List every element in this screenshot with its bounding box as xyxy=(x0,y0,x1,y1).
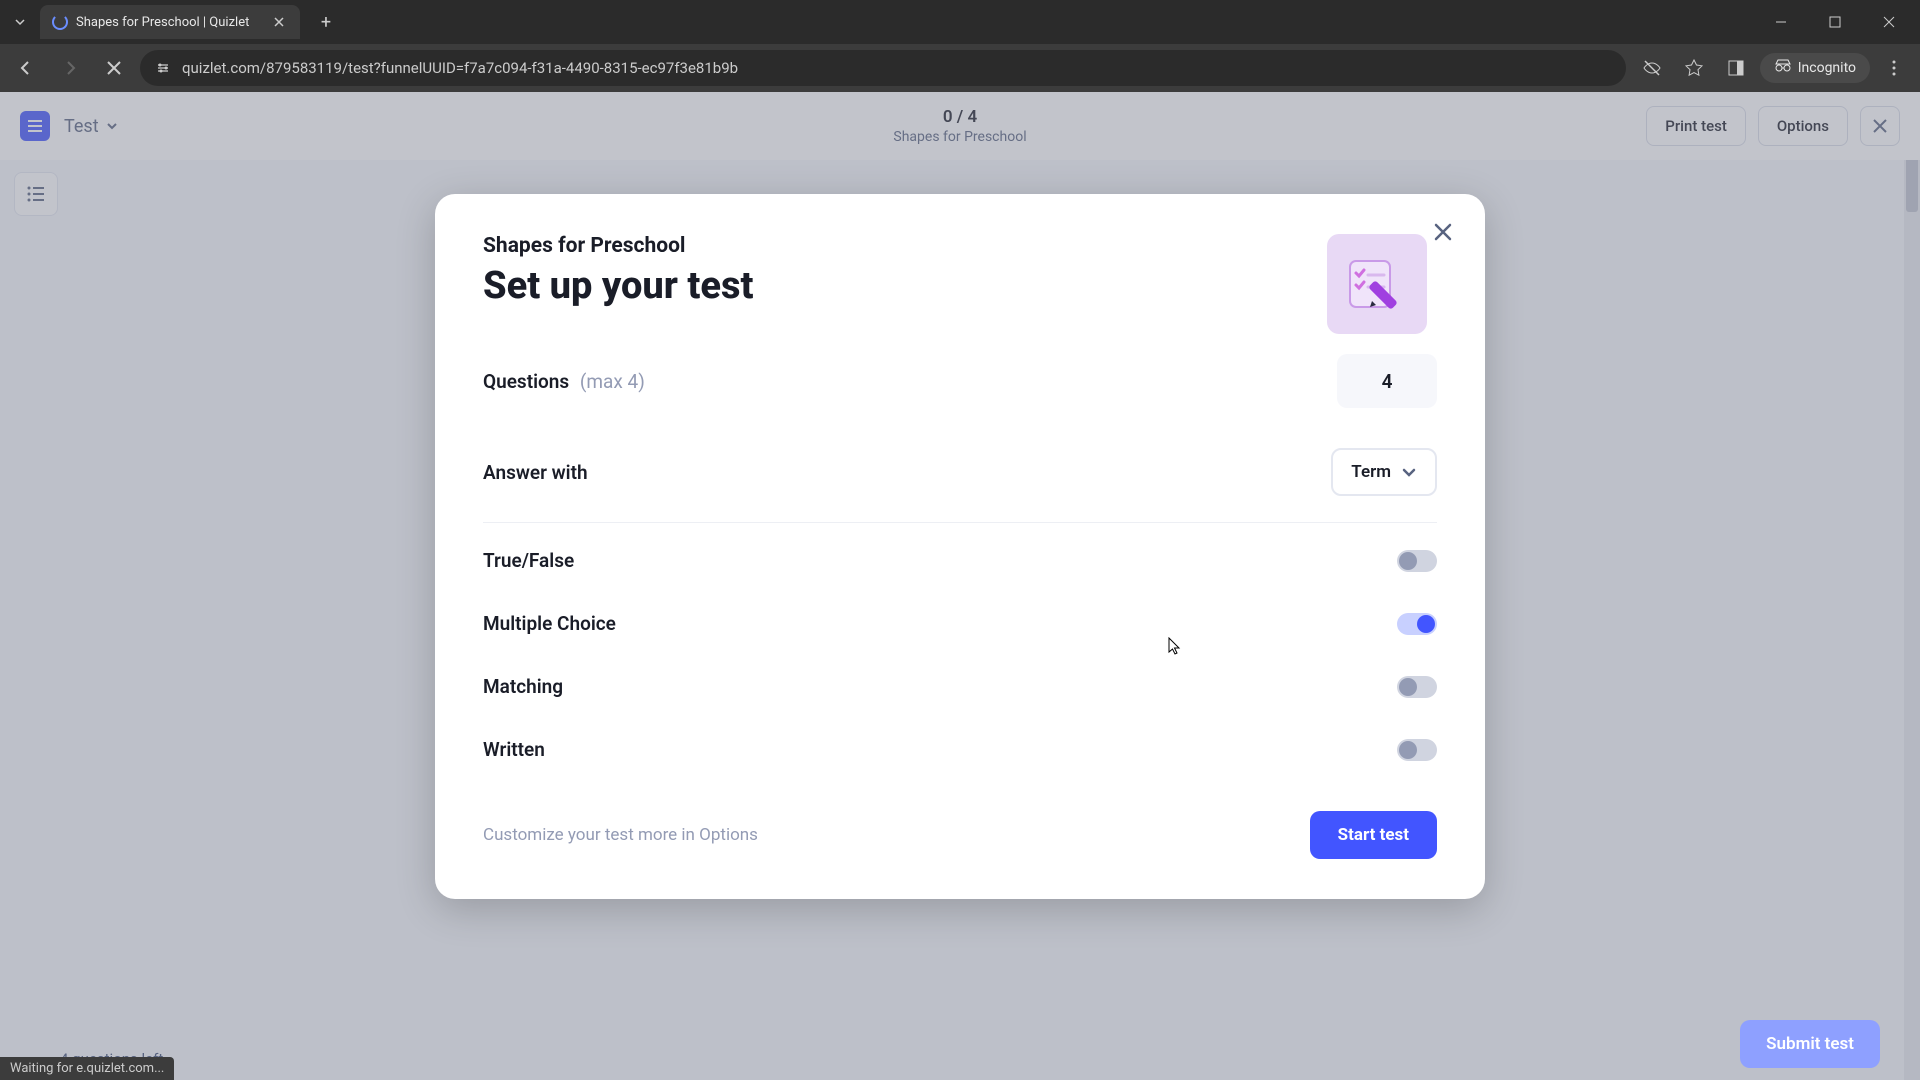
incognito-icon xyxy=(1774,59,1792,77)
multiple-choice-label: Multiple Choice xyxy=(483,612,616,635)
side-panel-icon[interactable] xyxy=(1718,50,1754,86)
true-false-label: True/False xyxy=(483,549,574,572)
start-test-button[interactable]: Start test xyxy=(1310,811,1437,859)
new-tab-button[interactable]: + xyxy=(312,8,340,36)
browser-status-text: Waiting for e.quizlet.com... xyxy=(0,1057,174,1080)
back-icon[interactable] xyxy=(8,50,44,86)
matching-row: Matching xyxy=(483,655,1437,718)
browser-tab[interactable]: Shapes for Preschool | Quizlet xyxy=(40,5,300,39)
questions-hint: (max 4) xyxy=(580,370,645,393)
written-label: Written xyxy=(483,738,545,761)
multiple-choice-toggle[interactable] xyxy=(1397,613,1437,635)
loading-spinner-icon xyxy=(52,14,68,30)
page-content: Test 0 / 4 Shapes for Preschool Print te… xyxy=(0,92,1920,1080)
multiple-choice-row: Multiple Choice xyxy=(483,592,1437,655)
modal-close-button[interactable] xyxy=(1425,214,1461,250)
written-row: Written xyxy=(483,718,1437,781)
stop-reload-icon[interactable] xyxy=(96,50,132,86)
minimize-icon[interactable] xyxy=(1758,6,1804,38)
matching-toggle[interactable] xyxy=(1397,676,1437,698)
matching-label: Matching xyxy=(483,675,563,698)
test-setup-icon xyxy=(1327,234,1427,334)
chevron-down-icon xyxy=(1401,464,1417,480)
modal-subtitle: Shapes for Preschool xyxy=(483,234,753,258)
questions-row: Questions (max 4) xyxy=(483,334,1437,428)
address-bar[interactable]: quizlet.com/879583119/test?funnelUUID=f7… xyxy=(140,50,1626,86)
written-toggle[interactable] xyxy=(1397,739,1437,761)
questions-label: Questions xyxy=(483,370,569,393)
customize-hint: Customize your test more in Options xyxy=(483,825,758,845)
window-close-icon[interactable] xyxy=(1866,6,1912,38)
true-false-toggle[interactable] xyxy=(1397,550,1437,572)
answer-with-dropdown[interactable]: Term xyxy=(1331,448,1437,496)
incognito-label: Incognito xyxy=(1798,60,1856,76)
bookmark-star-icon[interactable] xyxy=(1676,50,1712,86)
true-false-row: True/False xyxy=(483,529,1437,592)
answer-with-label: Answer with xyxy=(483,461,588,484)
submit-test-button[interactable]: Submit test xyxy=(1740,1020,1880,1068)
maximize-icon[interactable] xyxy=(1812,6,1858,38)
answer-with-row: Answer with Term xyxy=(483,428,1437,516)
setup-test-modal: Shapes for Preschool Set up your test Qu… xyxy=(435,194,1485,899)
tab-title: Shapes for Preschool | Quizlet xyxy=(76,15,262,30)
forward-icon[interactable] xyxy=(52,50,88,86)
questions-count-input[interactable] xyxy=(1337,354,1437,408)
url-text: quizlet.com/879583119/test?funnelUUID=f7… xyxy=(182,59,738,77)
close-icon xyxy=(1433,222,1453,242)
eye-off-icon[interactable] xyxy=(1634,50,1670,86)
site-settings-icon[interactable] xyxy=(154,59,172,77)
kebab-menu-icon[interactable] xyxy=(1876,50,1912,86)
window-controls xyxy=(1758,6,1912,38)
incognito-chip[interactable]: Incognito xyxy=(1760,53,1870,83)
answer-with-value: Term xyxy=(1351,462,1391,482)
tab-search-dropdown[interactable] xyxy=(8,8,32,36)
tab-close-icon[interactable] xyxy=(270,13,288,31)
browser-tab-strip: Shapes for Preschool | Quizlet + xyxy=(0,0,1920,44)
browser-toolbar: quizlet.com/879583119/test?funnelUUID=f7… xyxy=(0,44,1920,92)
divider xyxy=(483,522,1437,523)
modal-title: Set up your test xyxy=(483,264,753,308)
